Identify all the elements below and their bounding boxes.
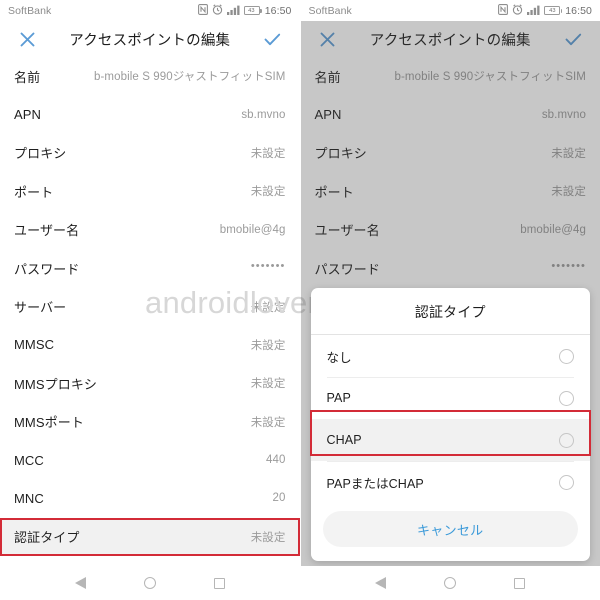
row-value: 未設定	[250, 339, 286, 352]
recents-square-icon[interactable]	[514, 577, 526, 589]
row-value: 未設定	[250, 186, 286, 199]
row-value: 未設定	[250, 531, 286, 544]
check-icon[interactable]	[260, 26, 286, 52]
carrier-label: SoftBank	[308, 4, 352, 17]
status-icons-left: 43 16:50	[197, 2, 292, 20]
row-value: 未設定	[250, 378, 286, 391]
dialog-footer: キャンセル	[311, 503, 591, 561]
close-icon[interactable]	[14, 26, 40, 52]
option-label: なし	[326, 350, 352, 365]
radio-icon[interactable]	[559, 348, 574, 364]
row-value: 未設定	[250, 416, 286, 429]
row-label: MMSポート	[14, 415, 84, 431]
row-label: パスワード	[14, 261, 80, 277]
table-row[interactable]: MNC 20	[0, 479, 300, 518]
row-value: •••••••	[250, 260, 286, 273]
status-bar-left: SoftBank 43 16:50	[0, 0, 300, 21]
status-bar-right: SoftBank 43 16:50	[300, 0, 600, 21]
nfc-icon	[498, 2, 509, 20]
auth-type-dialog: 認証タイプ なし PAP CHAP PAPまたはCHAP キャンセル	[310, 288, 591, 561]
table-row[interactable]: ポート 未設定	[0, 172, 300, 211]
row-label: MNC	[14, 490, 44, 506]
option-label: PAPまたはCHAP	[326, 476, 424, 491]
clock-label: 16:50	[264, 4, 292, 17]
table-row[interactable]: サーバー 未設定	[0, 287, 300, 326]
option-label: CHAP	[326, 433, 362, 447]
table-row[interactable]: MMSポート 未設定	[0, 402, 300, 441]
left-phone-panel: SoftBank 43 16:50 アクセスポイントの編集 名前 b-mobil…	[0, 0, 300, 600]
row-label: MCC	[14, 452, 44, 468]
row-label: MMSC	[14, 337, 55, 353]
page-title: アクセスポイントの編集	[69, 32, 231, 49]
row-label: ポート	[14, 184, 54, 200]
table-row[interactable]: MCC 440	[0, 440, 300, 480]
row-value: 440	[266, 454, 286, 467]
radio-option-chap[interactable]: CHAP	[310, 419, 590, 461]
row-value: b-mobile S 990ジャストフィットSIM	[94, 71, 286, 84]
radio-icon[interactable]	[559, 474, 574, 490]
screenshot-stage: SoftBank 43 16:50 アクセスポイントの編集 名前 b-mobil…	[0, 0, 600, 600]
alarm-icon	[212, 2, 223, 20]
row-label: サーバー	[14, 300, 67, 316]
table-row[interactable]: プロキシ 未設定	[0, 133, 300, 173]
row-label: MMSプロキシ	[14, 376, 98, 392]
row-label: 認証タイプ	[14, 530, 80, 546]
row-value: sb.mvno	[241, 108, 286, 121]
clock-label: 16:50	[565, 4, 592, 17]
status-icons-right: 43 16:50	[498, 2, 592, 20]
row-label: プロキシ	[14, 146, 67, 162]
alarm-icon	[512, 2, 523, 20]
signal-bars-icon	[527, 2, 540, 20]
table-row[interactable]: 名前 b-mobile S 990ジャストフィットSIM	[0, 57, 300, 96]
cancel-button[interactable]: キャンセル	[322, 511, 578, 547]
dialog-title: 認証タイプ	[310, 288, 590, 335]
home-circle-icon[interactable]	[444, 577, 457, 589]
table-row[interactable]: MMSC 未設定	[0, 325, 300, 365]
row-value: 未設定	[250, 147, 286, 160]
table-row[interactable]: ユーザー名 bmobile@4g	[0, 210, 300, 249]
home-circle-icon[interactable]	[143, 577, 156, 589]
back-triangle-icon[interactable]	[74, 577, 86, 589]
table-row[interactable]: APN sb.mvno	[0, 95, 300, 134]
nav-bar-right	[300, 566, 600, 600]
row-value: 未設定	[250, 301, 286, 314]
signal-bars-icon	[226, 2, 240, 20]
radio-option-pap-or-chap[interactable]: PAPまたはCHAP	[310, 461, 590, 503]
radio-option-pap[interactable]: PAP	[310, 377, 590, 419]
recents-square-icon[interactable]	[213, 577, 225, 589]
radio-icon[interactable]	[559, 390, 574, 406]
row-value: 20	[272, 492, 286, 505]
battery-level-text: 43	[248, 7, 255, 14]
battery-level-text: 43	[549, 7, 556, 14]
row-value: bmobile@4g	[219, 223, 286, 236]
row-label: 名前	[14, 69, 41, 85]
radio-option-none[interactable]: なし	[310, 335, 590, 377]
row-label: APN	[14, 107, 42, 123]
radio-icon[interactable]	[559, 432, 574, 448]
table-row[interactable]: パスワード •••••••	[0, 248, 300, 288]
row-label: ユーザー名	[14, 223, 80, 239]
nfc-icon	[197, 2, 208, 20]
right-phone-panel: SoftBank 43 16:50 アクセスポイントの編集 名前 b-mobil…	[299, 0, 600, 600]
table-row-auth-type[interactable]: 認証タイプ 未設定	[0, 517, 300, 557]
table-row[interactable]: MMSプロキシ 未設定	[0, 364, 300, 403]
battery-icon: 43	[544, 6, 563, 15]
app-bar-left: アクセスポイントの編集	[0, 21, 300, 57]
settings-list-left: 名前 b-mobile S 990ジャストフィットSIM APN sb.mvno…	[0, 57, 300, 557]
back-triangle-icon[interactable]	[375, 577, 387, 589]
battery-icon: 43	[243, 6, 262, 15]
carrier-label: SoftBank	[8, 4, 52, 17]
nav-bar-left	[0, 566, 300, 600]
option-label: PAP	[326, 391, 351, 405]
